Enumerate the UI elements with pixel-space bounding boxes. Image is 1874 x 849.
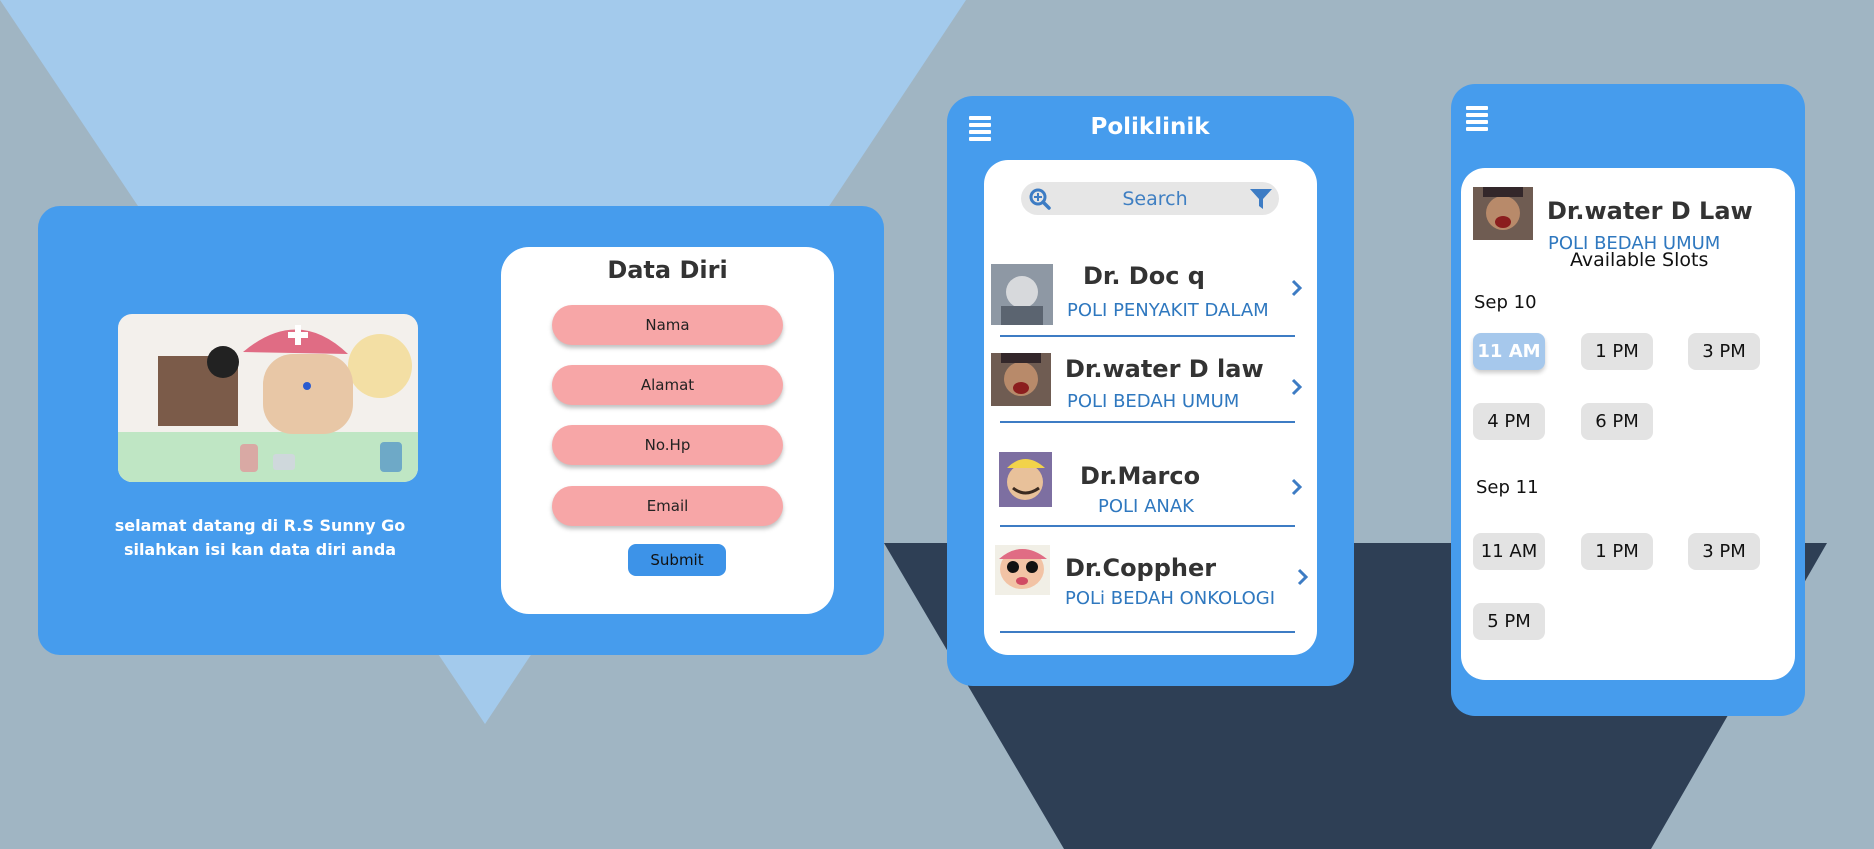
divider (1000, 421, 1295, 423)
date-label: Sep 10 (1474, 292, 1537, 313)
poliklinik-title: Poliklinik (1090, 114, 1210, 140)
doctor-name[interactable]: Dr.water D law (1065, 355, 1264, 383)
time-slot[interactable]: 3 PM (1688, 533, 1760, 570)
time-slot[interactable]: 11 AM (1473, 533, 1545, 570)
time-slot[interactable]: 5 PM (1473, 603, 1545, 640)
welcome-line-2: silahkan isi kan data diri anda (123, 540, 397, 559)
doctor-avatar (999, 452, 1052, 507)
doctor-avatar (991, 264, 1053, 325)
available-slots-label: Available Slots (1570, 249, 1709, 271)
doctor-poli: POLI BEDAH UMUM (1067, 391, 1240, 412)
doctor-poli: POLi BEDAH ONKOLOGI (1065, 588, 1276, 609)
divider (1000, 631, 1295, 633)
chevron-right-icon[interactable] (1291, 279, 1303, 297)
welcome-illustration (118, 314, 418, 482)
doctor-name[interactable]: Dr.Coppher (1065, 554, 1216, 582)
form-title: Data Diri (607, 256, 728, 284)
doctor-name: Dr.water D Law (1547, 197, 1753, 225)
search-input[interactable]: Search (1100, 188, 1210, 210)
time-slot[interactable]: 6 PM (1581, 403, 1653, 440)
doctor-name[interactable]: Dr.Marco (1080, 462, 1200, 490)
chevron-right-icon[interactable] (1291, 478, 1303, 496)
hamburger-icon[interactable] (969, 116, 991, 144)
welcome-line-1: selamat datang di R.S Sunny Go (114, 516, 406, 535)
alamat-field[interactable]: Alamat (552, 365, 783, 405)
zoom-in-icon[interactable] (1028, 187, 1052, 211)
filter-icon[interactable] (1249, 188, 1273, 210)
time-slot[interactable]: 1 PM (1581, 333, 1653, 370)
email-field[interactable]: Email (552, 486, 783, 526)
divider (1000, 335, 1295, 337)
date-label: Sep 11 (1476, 477, 1539, 498)
time-slot[interactable]: 4 PM (1473, 403, 1545, 440)
time-slot[interactable]: 3 PM (1688, 333, 1760, 370)
doctor-avatar (995, 545, 1050, 595)
divider (1000, 525, 1295, 527)
submit-button[interactable]: Submit (628, 544, 726, 576)
chevron-right-icon[interactable] (1291, 378, 1303, 396)
welcome-text: selamat datang di R.S Sunny Go silahkan … (100, 514, 420, 562)
nama-field[interactable]: Nama (552, 305, 783, 345)
time-slot-selected[interactable]: 11 AM (1473, 333, 1545, 370)
chevron-right-icon[interactable] (1297, 568, 1309, 586)
doctor-poli: POLI ANAK (1098, 496, 1194, 517)
hamburger-icon[interactable] (1466, 106, 1488, 134)
doctor-avatar (991, 353, 1051, 406)
doctor-name[interactable]: Dr. Doc q (1083, 262, 1205, 290)
doctor-avatar (1473, 187, 1533, 240)
doctor-poli: POLI PENYAKIT DALAM (1067, 300, 1269, 321)
no-hp-field[interactable]: No.Hp (552, 425, 783, 465)
time-slot[interactable]: 1 PM (1581, 533, 1653, 570)
